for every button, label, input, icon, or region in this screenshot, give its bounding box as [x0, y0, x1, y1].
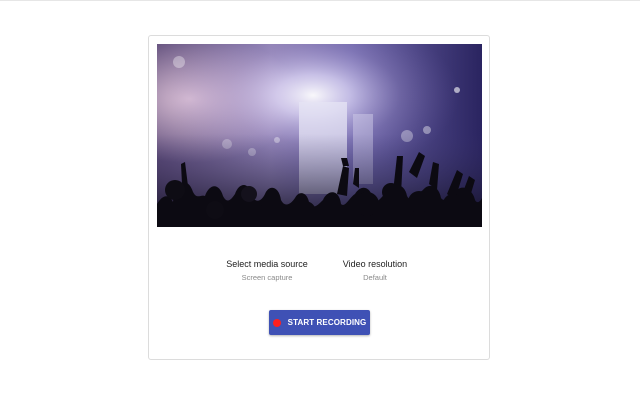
video-resolution-label: Video resolution — [342, 259, 408, 269]
video-resolution-value: Default — [363, 273, 387, 282]
start-recording-label: START RECORDING — [287, 318, 367, 327]
media-source-select[interactable]: Select media source Screen capture — [217, 258, 317, 283]
video-preview — [157, 44, 482, 227]
start-recording-button[interactable]: START RECORDING — [269, 310, 370, 335]
media-source-value: Screen capture — [241, 273, 293, 282]
recording-options: Select media source Screen capture Video… — [149, 258, 489, 288]
media-source-label: Select media source — [226, 259, 308, 269]
top-divider — [0, 0, 640, 1]
record-dot-icon — [272, 318, 281, 327]
concert-image — [157, 44, 482, 227]
recorder-card: Select media source Screen capture Video… — [148, 35, 490, 360]
video-resolution-select[interactable]: Video resolution Default — [325, 258, 425, 283]
